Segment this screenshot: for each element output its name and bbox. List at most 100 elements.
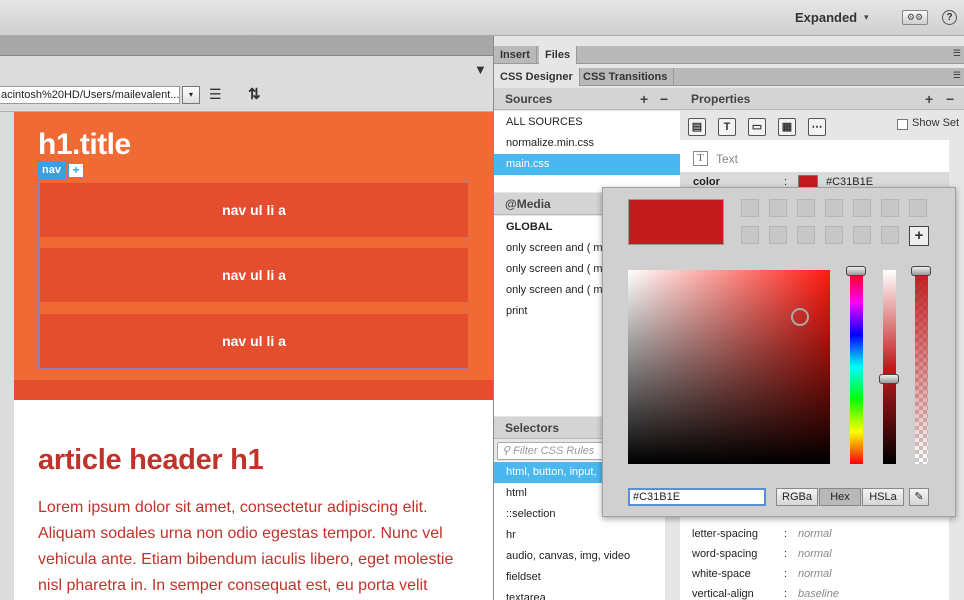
- property-colon: :: [784, 548, 788, 560]
- property-name: vertical-align: [692, 588, 754, 600]
- panel-menu-icon[interactable]: ☰: [953, 70, 961, 81]
- body-text-line[interactable]: Aliquam sodales urna non odio egestas te…: [38, 525, 443, 543]
- page-title[interactable]: h1.title: [38, 128, 131, 162]
- source-item[interactable]: main.css: [494, 154, 680, 175]
- empty-swatch-slot[interactable]: [909, 199, 927, 217]
- remove-source-button[interactable]: −: [660, 88, 668, 110]
- sources-header: Sources + −: [494, 88, 680, 110]
- sources-title: Sources: [505, 92, 553, 106]
- empty-swatch-slot[interactable]: [881, 199, 899, 217]
- filter-icon[interactable]: ▼: [474, 62, 487, 77]
- property-value[interactable]: normal: [798, 568, 832, 580]
- source-item[interactable]: ALL SOURCES: [494, 112, 680, 133]
- empty-swatch-slot[interactable]: [797, 226, 815, 244]
- property-name: word-spacing: [692, 548, 758, 560]
- border-category-icon[interactable]: ▭: [748, 118, 766, 136]
- nav-link[interactable]: nav ul li a: [40, 183, 468, 237]
- file-path-field[interactable]: acintosh%20HD/Users/mailevalent...: [0, 86, 180, 104]
- hue-slider-handle[interactable]: [846, 266, 866, 276]
- nav-element-outline[interactable]: nav ul li a nav ul li a nav ul li a: [38, 181, 468, 369]
- eyedropper-icon[interactable]: ✎: [909, 488, 929, 506]
- tab-css-designer[interactable]: CSS Designer: [494, 68, 580, 86]
- add-class-button[interactable]: +: [68, 163, 84, 178]
- empty-swatch-slot[interactable]: [825, 226, 843, 244]
- file-management-icon[interactable]: ☰: [209, 86, 222, 103]
- color-picker-popup: + #C31B1E RGBa Hex HSLa ✎: [602, 187, 956, 517]
- add-property-button[interactable]: +: [925, 88, 933, 110]
- empty-swatch-slot[interactable]: [797, 199, 815, 217]
- text-property-rows: letter-spacing : normal word-spacing : n…: [680, 524, 949, 600]
- add-source-button[interactable]: +: [640, 88, 648, 110]
- remove-property-button[interactable]: −: [946, 88, 954, 110]
- show-set-checkbox[interactable]: [897, 119, 908, 130]
- text-section-label: Text: [716, 152, 739, 166]
- mode-hex-button[interactable]: Hex: [819, 488, 861, 506]
- hue-slider[interactable]: [850, 270, 863, 464]
- nav-link[interactable]: nav ul li a: [40, 248, 468, 302]
- alpha-slider[interactable]: [915, 270, 928, 464]
- selector-item[interactable]: textarea: [494, 588, 665, 600]
- sources-list: ALL SOURCES normalize.min.css main.css: [494, 111, 680, 192]
- selector-item[interactable]: fieldset: [494, 567, 665, 588]
- selector-item[interactable]: hr: [494, 525, 665, 546]
- body-text-line[interactable]: nisl pharetra in. In semper consequat es…: [38, 577, 428, 595]
- selector-item[interactable]: audio, canvas, img, video: [494, 546, 665, 567]
- property-colon: :: [784, 588, 788, 600]
- add-swatch-button[interactable]: +: [909, 226, 929, 246]
- more-category-icon[interactable]: ⋯: [808, 118, 826, 136]
- empty-swatch-slot[interactable]: [769, 226, 787, 244]
- panel-menu-icon[interactable]: ☰: [953, 48, 961, 59]
- document-header: [0, 36, 493, 56]
- text-category-icon[interactable]: T: [718, 118, 736, 136]
- panel-tab-row: Insert Files ☰: [494, 46, 964, 64]
- help-icon[interactable]: ?: [942, 10, 957, 25]
- current-color-preview: [628, 199, 724, 245]
- element-tag-label[interactable]: nav: [38, 162, 66, 179]
- empty-swatch-slot[interactable]: [881, 226, 899, 244]
- properties-title: Properties: [691, 92, 751, 106]
- color-cursor[interactable]: [791, 308, 809, 326]
- lightness-slider[interactable]: [883, 270, 896, 464]
- empty-swatch-slot[interactable]: [853, 199, 871, 217]
- selectors-title: Selectors: [505, 421, 560, 435]
- property-colon: :: [784, 568, 788, 580]
- document-toolbar: ▼ acintosh%20HD/Users/mailevalent... ▾ ☰…: [0, 56, 493, 112]
- article-heading[interactable]: article header h1: [38, 444, 264, 477]
- saturation-brightness-field[interactable]: [628, 270, 830, 464]
- body-text-line[interactable]: Lorem ipsum dolor sit amet, consectetur …: [38, 499, 428, 517]
- nav-link[interactable]: nav ul li a: [40, 314, 468, 368]
- alpha-slider-handle[interactable]: [911, 266, 931, 276]
- sort-icon[interactable]: ⇅: [248, 85, 261, 103]
- search-icon: ⚲: [502, 445, 514, 457]
- lightness-slider-handle[interactable]: [879, 373, 899, 384]
- empty-swatch-slot[interactable]: [769, 199, 787, 217]
- media-title: @Media: [505, 197, 551, 211]
- chevron-down-icon[interactable]: ▾: [864, 12, 869, 23]
- mode-rgba-button[interactable]: RGBa: [776, 488, 818, 506]
- workspace-switcher[interactable]: Expanded: [795, 10, 857, 25]
- brightness-overlay: [628, 270, 830, 464]
- background-category-icon[interactable]: ▦: [778, 118, 796, 136]
- body-text-line[interactable]: vehicula ante. Etiam bibendum iaculis li…: [38, 551, 453, 569]
- tab-css-transitions[interactable]: CSS Transitions: [577, 68, 675, 86]
- property-name: letter-spacing: [692, 528, 759, 540]
- property-value[interactable]: baseline: [798, 588, 839, 600]
- tab-files[interactable]: Files: [539, 46, 578, 64]
- empty-swatch-slot[interactable]: [741, 199, 759, 217]
- path-dropdown-button[interactable]: ▾: [182, 86, 200, 104]
- hero-bottom-band: [14, 380, 493, 400]
- sync-settings-icon[interactable]: ⚙⚙: [902, 10, 928, 25]
- empty-swatch-slot[interactable]: [853, 226, 871, 244]
- property-value[interactable]: normal: [798, 548, 832, 560]
- properties-header: Properties + −: [680, 88, 964, 110]
- empty-swatch-slot[interactable]: [741, 226, 759, 244]
- mode-hsla-button[interactable]: HSLa: [862, 488, 904, 506]
- source-item[interactable]: normalize.min.css: [494, 133, 680, 154]
- hex-value-input[interactable]: #C31B1E: [628, 488, 766, 506]
- text-section-icon: T: [693, 151, 708, 166]
- layout-category-icon[interactable]: ▤: [688, 118, 706, 136]
- tab-insert[interactable]: Insert: [494, 46, 537, 64]
- empty-swatch-slot[interactable]: [825, 199, 843, 217]
- property-value[interactable]: normal: [798, 528, 832, 540]
- show-set-label: Show Set: [912, 117, 960, 129]
